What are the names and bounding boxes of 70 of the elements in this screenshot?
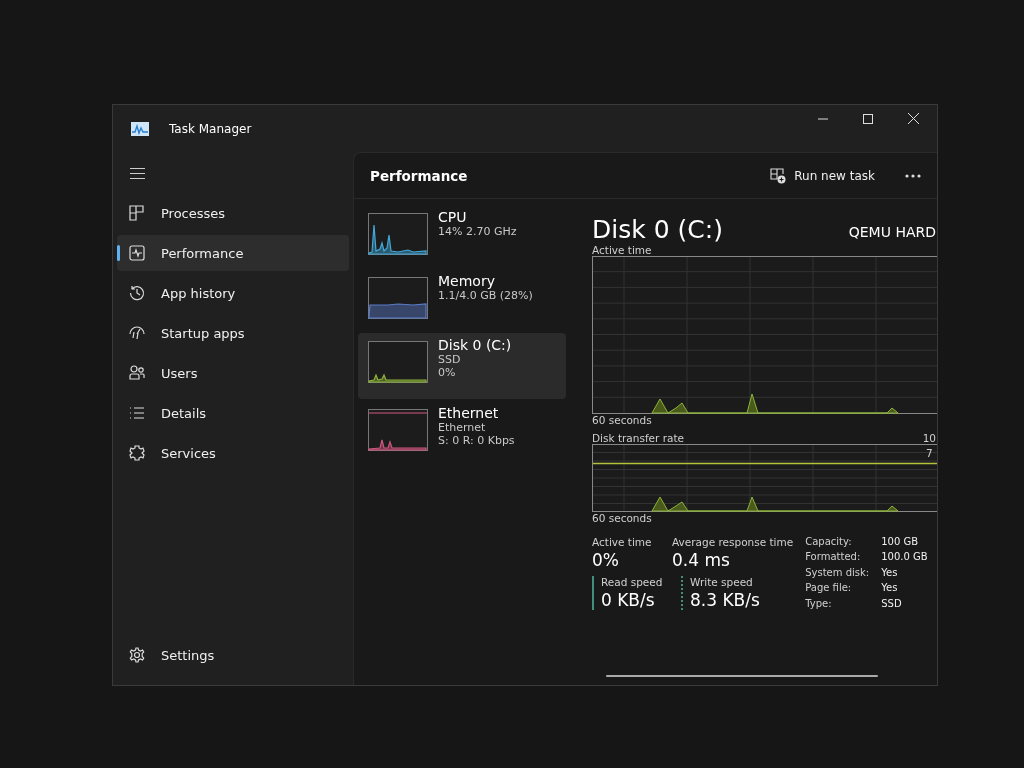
menu-icon[interactable] [130,168,145,179]
performance-icon [129,245,145,261]
property-value: SSD [881,597,903,610]
device-info: S: 0 R: 0 Kbps [438,434,515,447]
users-icon [129,365,145,381]
sidebar-item[interactable]: Services [117,435,349,471]
disk-model: QEMU HARD [848,224,936,242]
device-name: Memory [438,273,496,289]
scrollbar[interactable] [606,675,878,677]
device-item[interactable]: Ethernet Ethernet S: 0 R: 0 Kbps [358,401,566,463]
sidebar-item[interactable]: Performance [117,235,349,271]
stat-value: 8.3 KB/s [690,590,760,610]
property-value: 100 GB [881,536,920,549]
chart-label: Active time [592,244,653,256]
device-info: Ethernet [438,421,487,434]
stat-label: Read speed [601,576,664,588]
device-info: 14% 2.70 GHz [438,225,517,238]
device-name: Disk 0 (C:) [438,337,512,353]
chart-icon [131,121,149,136]
sidebar-item[interactable]: Users [117,355,349,391]
device-info: 1.1/4.0 GB (28%) [438,289,533,302]
settings-icon [129,647,145,663]
sidebar-item[interactable]: Processes [117,195,349,231]
close-icon[interactable] [908,113,919,124]
device-item[interactable]: Disk 0 (C:) SSD 0% [358,333,566,399]
stat-value: 0 KB/s [601,590,656,610]
details-icon [129,405,145,421]
device-info: SSD [438,353,462,366]
property-value: Yes [881,582,899,595]
property-label: System disk: [805,566,871,580]
disk-title: Disk 0 (C:) [592,215,723,244]
chart-footer: 60 seconds [592,414,937,426]
sparkline [368,277,428,319]
run-new-task-button[interactable]: Run new task [764,161,881,190]
sparkline [368,341,428,383]
stat-label: Average response time [672,536,794,548]
stat-value: 0% [592,550,620,570]
settings-item[interactable]: Settings [117,637,349,673]
device-item[interactable]: CPU 14% 2.70 GHz [358,205,566,267]
processes-icon [129,205,145,221]
page-title: Performance [370,167,468,184]
property-value: 100.0 GB [881,551,928,564]
stat-label: Write speed [690,576,754,588]
property-label: Formatted: [805,551,862,564]
stat-label: Active time [592,536,653,548]
startup-icon [129,325,145,341]
services-icon [129,445,145,461]
axis-label: 10 [922,432,936,444]
history-icon [129,285,145,301]
property-label: Type: [805,597,833,610]
sparkline [368,409,428,451]
window-title: Task Manager [169,121,252,136]
more-icon[interactable] [905,173,921,178]
chart-footer: 60 seconds [592,512,937,524]
maximize-icon[interactable] [863,113,873,124]
axis-label: 7 [926,447,933,459]
device-item[interactable]: Memory 1.1/4.0 GB (28%) [358,269,566,331]
property-label: Capacity: [805,536,853,549]
sparkline [368,213,428,255]
sidebar-item[interactable]: Details [117,395,349,431]
sidebar-item[interactable]: App history [117,275,349,311]
device-name: CPU [438,209,468,225]
property-label: Page file: [805,582,853,595]
stat-value: 0.4 ms [672,550,731,570]
sidebar-item[interactable]: Startup apps [117,315,349,351]
property-value: Yes [881,566,899,580]
new-task-icon [770,167,787,184]
device-name: Ethernet [438,405,500,421]
chart-label: Disk transfer rate [592,432,685,444]
device-info: 0% [438,366,457,379]
